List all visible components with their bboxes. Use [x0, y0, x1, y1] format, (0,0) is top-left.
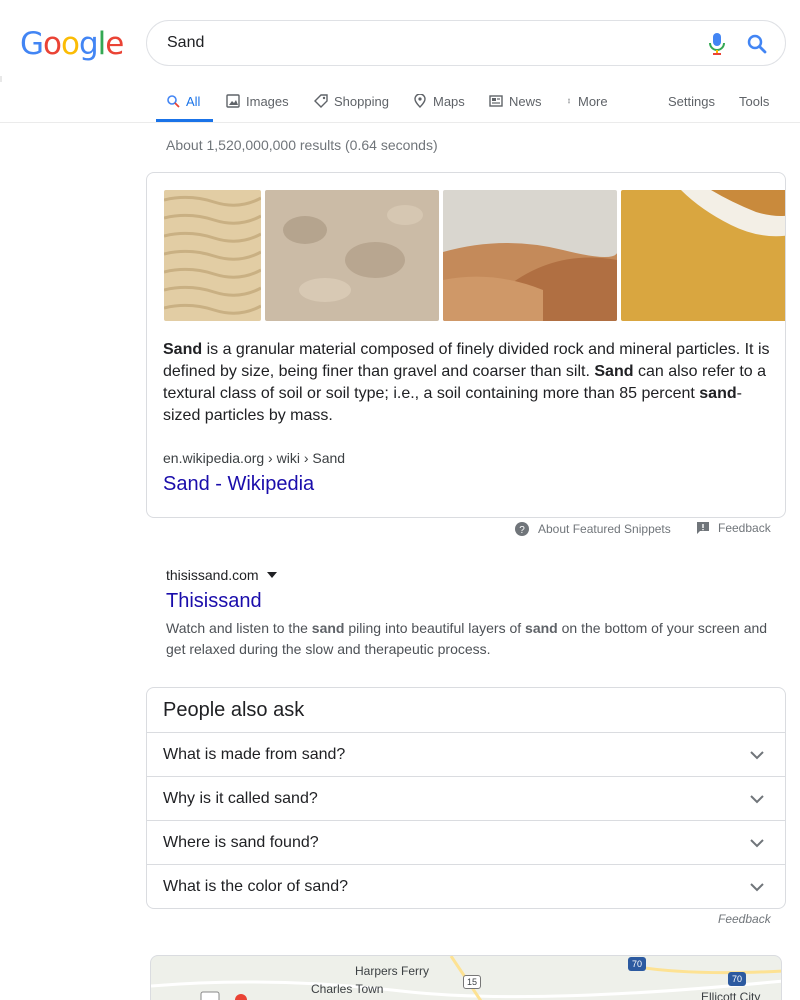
map-pin-icon: [414, 94, 426, 108]
svg-text:?: ?: [519, 525, 525, 536]
beach-wave-image[interactable]: [621, 190, 785, 321]
about-featured-snippets[interactable]: ? About Featured Snippets: [514, 521, 671, 537]
result-url: thisissand.com: [166, 567, 259, 583]
tools-label: Tools: [739, 93, 770, 109]
snippet-bold: Sand: [163, 341, 203, 358]
highway-shield: 15: [463, 975, 481, 989]
map-label: Harpers Ferry: [355, 964, 430, 978]
paa-question-text: Why is it called sand?: [163, 790, 318, 807]
paa-question[interactable]: Why is it called sand?: [147, 776, 785, 820]
interstate-shield: 70: [628, 957, 646, 971]
tab-news[interactable]: News: [489, 92, 542, 110]
snippet-cite: en.wikipedia.org › wiki › Sand: [163, 450, 346, 466]
chevron-down-icon: [750, 795, 764, 804]
caret-down-icon[interactable]: [266, 572, 277, 578]
result-snippet: Watch and listen to the sand piling into…: [166, 618, 776, 660]
tab-label: Shopping: [334, 93, 389, 109]
tab-more[interactable]: More: [566, 92, 608, 110]
snippet-bold: sand: [311, 620, 345, 636]
map-label: Charles Town: [311, 982, 384, 996]
settings-link[interactable]: Settings: [668, 92, 715, 110]
paa-question[interactable]: Where is sand found?: [147, 820, 785, 864]
newspaper-icon: [489, 95, 503, 107]
tab-all[interactable]: All: [166, 92, 200, 110]
search-input[interactable]: Sand: [167, 34, 204, 52]
result-cite: thisissand.com: [166, 567, 277, 583]
snippet-text: Sand is a granular material composed of …: [163, 339, 773, 427]
settings-label: Settings: [668, 93, 715, 109]
chevron-down-icon: [750, 751, 764, 760]
feedback-label: Feedback: [718, 521, 771, 535]
tab-label: Maps: [433, 93, 465, 109]
snippet-bold: Sand: [594, 363, 634, 380]
chevron-down-icon: [750, 839, 764, 848]
feedback-icon: [697, 522, 709, 534]
paa-question-text: Where is sand found?: [163, 834, 319, 851]
image-icon: [226, 94, 240, 108]
result-title-link[interactable]: Thisissand: [166, 590, 262, 613]
snippet-span: Watch and listen to the: [166, 620, 312, 636]
paa-feedback[interactable]: Feedback: [718, 912, 771, 926]
tab-maps[interactable]: Maps: [413, 92, 465, 110]
tab-shopping[interactable]: Shopping: [314, 92, 389, 110]
featured-snippet: Sand is a granular material composed of …: [146, 172, 786, 518]
tools-link[interactable]: Tools: [739, 92, 769, 110]
search-icon: [167, 95, 180, 108]
tab-images[interactable]: Images: [226, 92, 289, 110]
search-icon[interactable]: [745, 32, 769, 56]
tab-label: News: [509, 93, 542, 109]
people-also-ask: People also ask What is made from sand? …: [146, 687, 786, 909]
snippet-span: piling into beautiful layers of: [344, 620, 526, 636]
microphone-icon[interactable]: [707, 32, 727, 56]
paa-question[interactable]: What is the color of sand?: [147, 864, 785, 908]
kebab-icon: [568, 98, 570, 104]
paa-question[interactable]: What is made from sand?: [147, 732, 785, 776]
sand-dunes-image[interactable]: [443, 190, 617, 321]
about-label: About Featured Snippets: [538, 522, 671, 536]
tab-label: All: [186, 93, 201, 109]
search-tabs: All Images Shopping Maps News More Setti…: [0, 86, 800, 123]
snippet-bold: sand: [525, 620, 558, 636]
google-logo[interactable]: Google: [20, 26, 124, 62]
active-tab-indicator: [156, 119, 213, 122]
paa-question-text: What is made from sand?: [163, 746, 346, 763]
map-label: Ellicott City: [701, 990, 761, 1000]
interstate-shield: 70: [728, 972, 746, 986]
result-stats: About 1,520,000,000 results (0.64 second…: [166, 137, 438, 153]
paa-title: People also ask: [163, 699, 305, 721]
tab-label: Images: [246, 93, 289, 109]
search-box[interactable]: Sand: [146, 20, 786, 66]
tag-icon: [314, 94, 328, 108]
snippet-link[interactable]: Sand - Wikipedia: [163, 473, 314, 496]
local-map[interactable]: Harpers Ferry Charles Town Ellicott City…: [150, 955, 782, 1000]
sand-ripples-image[interactable]: [164, 190, 261, 321]
map-pin-icon[interactable]: [235, 994, 247, 1000]
paa-question-text: What is the color of sand?: [163, 878, 348, 895]
chevron-down-icon: [750, 883, 764, 892]
sand-texture-image[interactable]: [265, 190, 439, 321]
help-icon: ?: [515, 522, 529, 536]
tab-label: More: [578, 93, 608, 109]
snippet-bold: sand: [699, 385, 737, 402]
edge-marker: [0, 76, 2, 82]
snippet-feedback[interactable]: Feedback: [696, 521, 771, 535]
